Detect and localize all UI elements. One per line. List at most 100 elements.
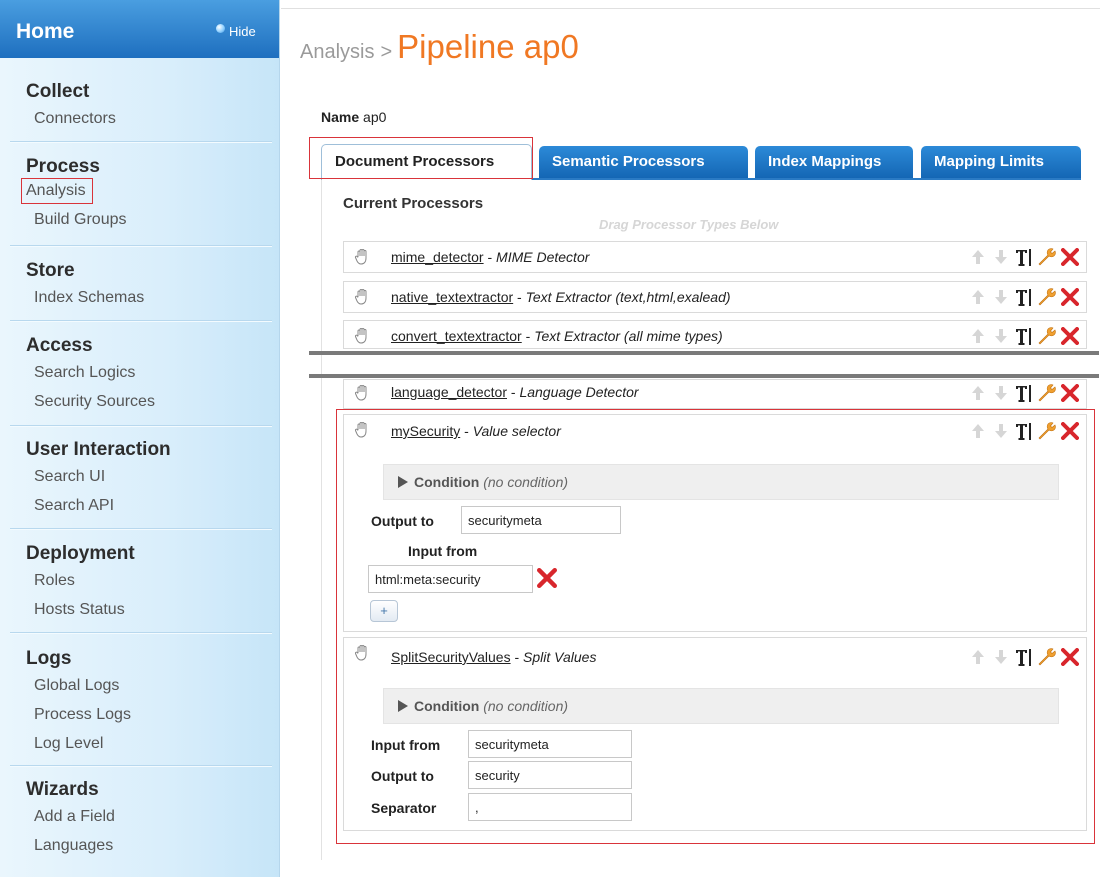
nav-section-access: Access Search Logics Security Sources: [0, 334, 280, 416]
processor-label: convert_textextractor - Text Extractor (…: [391, 328, 723, 344]
sidebar-item-hosts-status[interactable]: Hosts Status: [34, 595, 125, 624]
sidebar-item-analysis[interactable]: Analysis: [21, 178, 93, 204]
wrench-icon[interactable]: [1037, 382, 1057, 404]
nav-divider: [10, 632, 272, 634]
nav-section-logs: Logs Global Logs Process Logs Log Level: [0, 647, 280, 758]
nav-section-title: Store: [26, 260, 75, 281]
text-cursor-icon[interactable]: [1014, 286, 1034, 308]
wrench-icon[interactable]: [1037, 286, 1057, 308]
cut-line: [309, 351, 1099, 355]
tab-semantic-processors[interactable]: Semantic Processors: [539, 146, 748, 178]
processor-label: language_detector - Language Detector: [391, 384, 639, 400]
arrow-up-icon[interactable]: [968, 246, 988, 268]
sidebar-item-index-schemas[interactable]: Index Schemas: [34, 283, 144, 312]
sidebar-item-connectors[interactable]: Connectors: [34, 104, 116, 133]
processor-actions: [968, 382, 1080, 404]
sidebar-item-search-logics[interactable]: Search Logics: [34, 358, 135, 387]
processor-name-link[interactable]: mime_detector: [391, 249, 484, 265]
nav-section-deployment: Deployment Roles Hosts Status: [0, 542, 280, 624]
nav-section-title: Collect: [26, 81, 90, 102]
highlight-box-tab: [309, 137, 533, 179]
hide-sidebar-button[interactable]: Hide: [216, 24, 256, 39]
breadcrumb-parent-link[interactable]: Analysis: [300, 41, 374, 64]
processor-actions: [968, 246, 1080, 268]
sidebar-item-roles[interactable]: Roles: [34, 566, 75, 595]
arrow-down-icon[interactable]: [991, 246, 1011, 268]
sidebar-item-add-a-field[interactable]: Add a Field: [34, 802, 115, 831]
nav-section-collect: Collect Connectors: [0, 80, 280, 133]
sidebar-item-process-logs[interactable]: Process Logs: [34, 700, 131, 729]
wrench-icon[interactable]: [1037, 325, 1057, 347]
sidebar-item-global-logs[interactable]: Global Logs: [34, 671, 119, 700]
hand-grip-icon[interactable]: [354, 327, 372, 345]
tab-index-mappings[interactable]: Index Mappings: [755, 146, 913, 178]
wrench-icon[interactable]: [1037, 246, 1057, 268]
arrow-down-icon[interactable]: [991, 325, 1011, 347]
delete-x-icon[interactable]: [1060, 246, 1080, 268]
pin-icon: [216, 24, 225, 33]
tab-underline: [532, 178, 1081, 180]
sidebar-item-search-ui[interactable]: Search UI: [34, 462, 105, 491]
nav-divider: [10, 141, 272, 143]
sidebar-home-header: Home Hide: [0, 0, 279, 58]
nav-divider: [10, 765, 272, 767]
delete-x-icon[interactable]: [1060, 382, 1080, 404]
hand-grip-icon[interactable]: [354, 248, 372, 266]
processor-dash: -: [483, 249, 497, 265]
arrow-up-icon[interactable]: [968, 325, 988, 347]
nav-section-title: User Interaction: [26, 439, 171, 460]
hand-grip-icon[interactable]: [354, 288, 372, 306]
processor-row[interactable]: language_detector - Language Detector: [343, 379, 1087, 409]
processor-type: Language Detector: [519, 384, 639, 400]
processor-type: Text Extractor (all mime types): [534, 328, 723, 344]
processor-row[interactable]: mime_detector - MIME Detector: [343, 241, 1087, 273]
nav-section-wizards: Wizards Add a Field Languages: [0, 778, 280, 860]
main-content: Analysis > Pipeline ap0 Name ap0 Documen…: [281, 0, 1100, 877]
processor-dash: -: [507, 384, 520, 400]
cut-line: [309, 374, 1099, 378]
processor-label: native_textextractor - Text Extractor (t…: [391, 289, 731, 305]
nav-section-process: Process Analysis Build Groups: [0, 155, 280, 234]
panel-border: [321, 180, 322, 860]
nav-divider: [10, 320, 272, 322]
processor-name-link[interactable]: convert_textextractor: [391, 328, 522, 344]
hand-grip-icon[interactable]: [354, 384, 372, 402]
sidebar-item-log-level[interactable]: Log Level: [34, 729, 103, 758]
processor-row[interactable]: convert_textextractor - Text Extractor (…: [343, 320, 1087, 349]
nav-divider: [10, 245, 272, 247]
processor-dash: -: [513, 289, 526, 305]
arrow-down-icon[interactable]: [991, 286, 1011, 308]
processor-row[interactable]: native_textextractor - Text Extractor (t…: [343, 281, 1087, 313]
top-divider: [281, 8, 1100, 9]
nav-section-title: Logs: [26, 648, 72, 669]
nav-section-store: Store Index Schemas: [0, 259, 280, 312]
breadcrumb-separator: >: [380, 41, 393, 63]
arrow-up-icon[interactable]: [968, 286, 988, 308]
text-cursor-icon[interactable]: [1014, 246, 1034, 268]
nav-section-title: Access: [26, 335, 93, 356]
highlight-box-processors: [336, 409, 1095, 844]
sidebar-item-languages[interactable]: Languages: [34, 831, 113, 860]
processor-name-link[interactable]: language_detector: [391, 384, 507, 400]
delete-x-icon[interactable]: [1060, 325, 1080, 347]
arrow-up-icon[interactable]: [968, 382, 988, 404]
nav-section-title: Process: [26, 156, 100, 177]
sidebar: Home Hide Collect Connectors Process Ana…: [0, 0, 280, 877]
current-processors-title: Current Processors: [343, 195, 484, 212]
tab-mapping-limits[interactable]: Mapping Limits: [921, 146, 1081, 178]
text-cursor-icon[interactable]: [1014, 382, 1034, 404]
sidebar-item-search-api[interactable]: Search API: [34, 491, 114, 520]
nav-divider: [10, 528, 272, 530]
sidebar-item-build-groups[interactable]: Build Groups: [34, 205, 127, 234]
sidebar-item-security-sources[interactable]: Security Sources: [34, 387, 155, 416]
home-link[interactable]: Home: [16, 20, 74, 44]
delete-x-icon[interactable]: [1060, 286, 1080, 308]
text-cursor-icon[interactable]: [1014, 325, 1034, 347]
processor-actions: [968, 325, 1080, 347]
hide-label: Hide: [229, 24, 256, 39]
processor-name-link[interactable]: native_textextractor: [391, 289, 513, 305]
arrow-down-icon[interactable]: [991, 382, 1011, 404]
processor-type: Text Extractor (text,html,exalead): [525, 289, 731, 305]
nav-section-user-interaction: User Interaction Search UI Search API: [0, 438, 280, 520]
nav-section-title: Deployment: [26, 543, 135, 564]
